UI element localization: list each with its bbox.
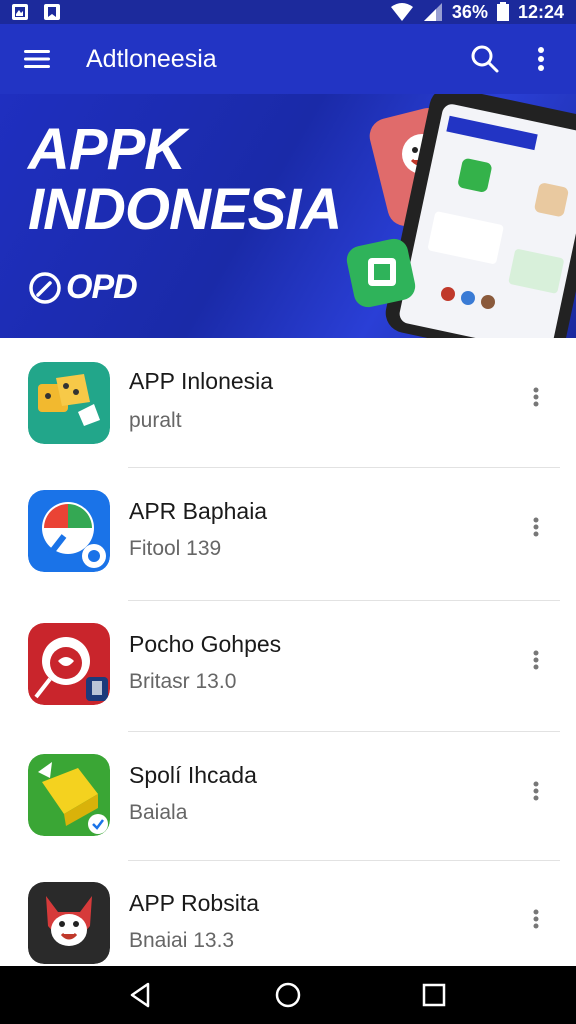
list-item[interactable]: Pocho Gohpes Britasr 13.0 bbox=[0, 601, 576, 732]
compass-chat-icon bbox=[28, 490, 110, 572]
recents-icon[interactable] bbox=[419, 980, 449, 1010]
app-title: Adtloneesia bbox=[86, 45, 217, 73]
red-mascot-icon bbox=[28, 623, 110, 705]
promo-banner[interactable]: APPK INDONESIA OPD bbox=[0, 94, 576, 338]
list-item[interactable]: APR Baphaia Fitool 139 bbox=[0, 468, 576, 601]
brand-logo-icon bbox=[29, 271, 61, 304]
app-subtitle: Fitool 139 bbox=[129, 537, 222, 560]
list-item[interactable]: APP Robsita Bnaiai 13.3 bbox=[0, 861, 576, 968]
banner-headline-line1: APPK bbox=[28, 117, 186, 182]
phone-illustration bbox=[346, 94, 576, 338]
banner-headline: APPK INDONESIA bbox=[28, 117, 342, 242]
banner-headline-line2: INDONESIA bbox=[28, 177, 342, 242]
list-item[interactable]: APP Inlonesia puralt bbox=[0, 338, 576, 468]
list-item[interactable]: Spolí Ihcada Baiala bbox=[0, 732, 576, 861]
app-subtitle: Bnaiai 13.3 bbox=[129, 929, 235, 952]
app-name: APP Robsita bbox=[129, 890, 259, 916]
clock: 12:24 bbox=[517, 1, 564, 22]
battery-icon bbox=[496, 2, 509, 21]
item-menu-icon[interactable] bbox=[524, 905, 548, 933]
more-options-icon[interactable] bbox=[526, 42, 556, 76]
back-icon[interactable] bbox=[126, 980, 156, 1010]
app-bar: Adtloneesia bbox=[0, 24, 576, 94]
app-name: APP Inlonesia bbox=[129, 368, 274, 394]
app-subtitle: Britasr 13.0 bbox=[129, 670, 237, 693]
green-app-icon bbox=[346, 238, 416, 308]
brand-text: OPD bbox=[66, 268, 138, 306]
yellow-cube-icon bbox=[28, 754, 110, 836]
home-icon[interactable] bbox=[273, 980, 303, 1010]
item-menu-icon[interactable] bbox=[524, 513, 548, 541]
system-nav-bar bbox=[0, 966, 576, 1024]
fox-mascot-icon bbox=[28, 882, 110, 964]
search-icon[interactable] bbox=[468, 42, 502, 76]
app-name: Pocho Gohpes bbox=[129, 631, 282, 657]
image-notification-icon bbox=[44, 4, 60, 20]
app-list: APP Inlonesia puralt APR Baphaia Fitool … bbox=[0, 338, 576, 968]
item-menu-icon[interactable] bbox=[524, 646, 548, 674]
signal-icon bbox=[423, 3, 442, 21]
notification-icon bbox=[12, 4, 28, 20]
banner-brand: OPD bbox=[28, 268, 138, 307]
item-menu-icon[interactable] bbox=[524, 383, 548, 411]
app-name: Spolí Ihcada bbox=[129, 762, 257, 788]
app-subtitle: puralt bbox=[129, 409, 182, 432]
status-bar: 36% 12:24 bbox=[0, 0, 576, 24]
item-menu-icon[interactable] bbox=[524, 777, 548, 805]
app-subtitle: Baiala bbox=[129, 801, 188, 824]
battery-percent: 36% bbox=[451, 1, 488, 22]
app-name: APR Baphaia bbox=[129, 498, 268, 524]
dice-icon bbox=[28, 362, 110, 444]
wifi-icon bbox=[390, 3, 413, 21]
menu-icon[interactable] bbox=[20, 44, 54, 74]
